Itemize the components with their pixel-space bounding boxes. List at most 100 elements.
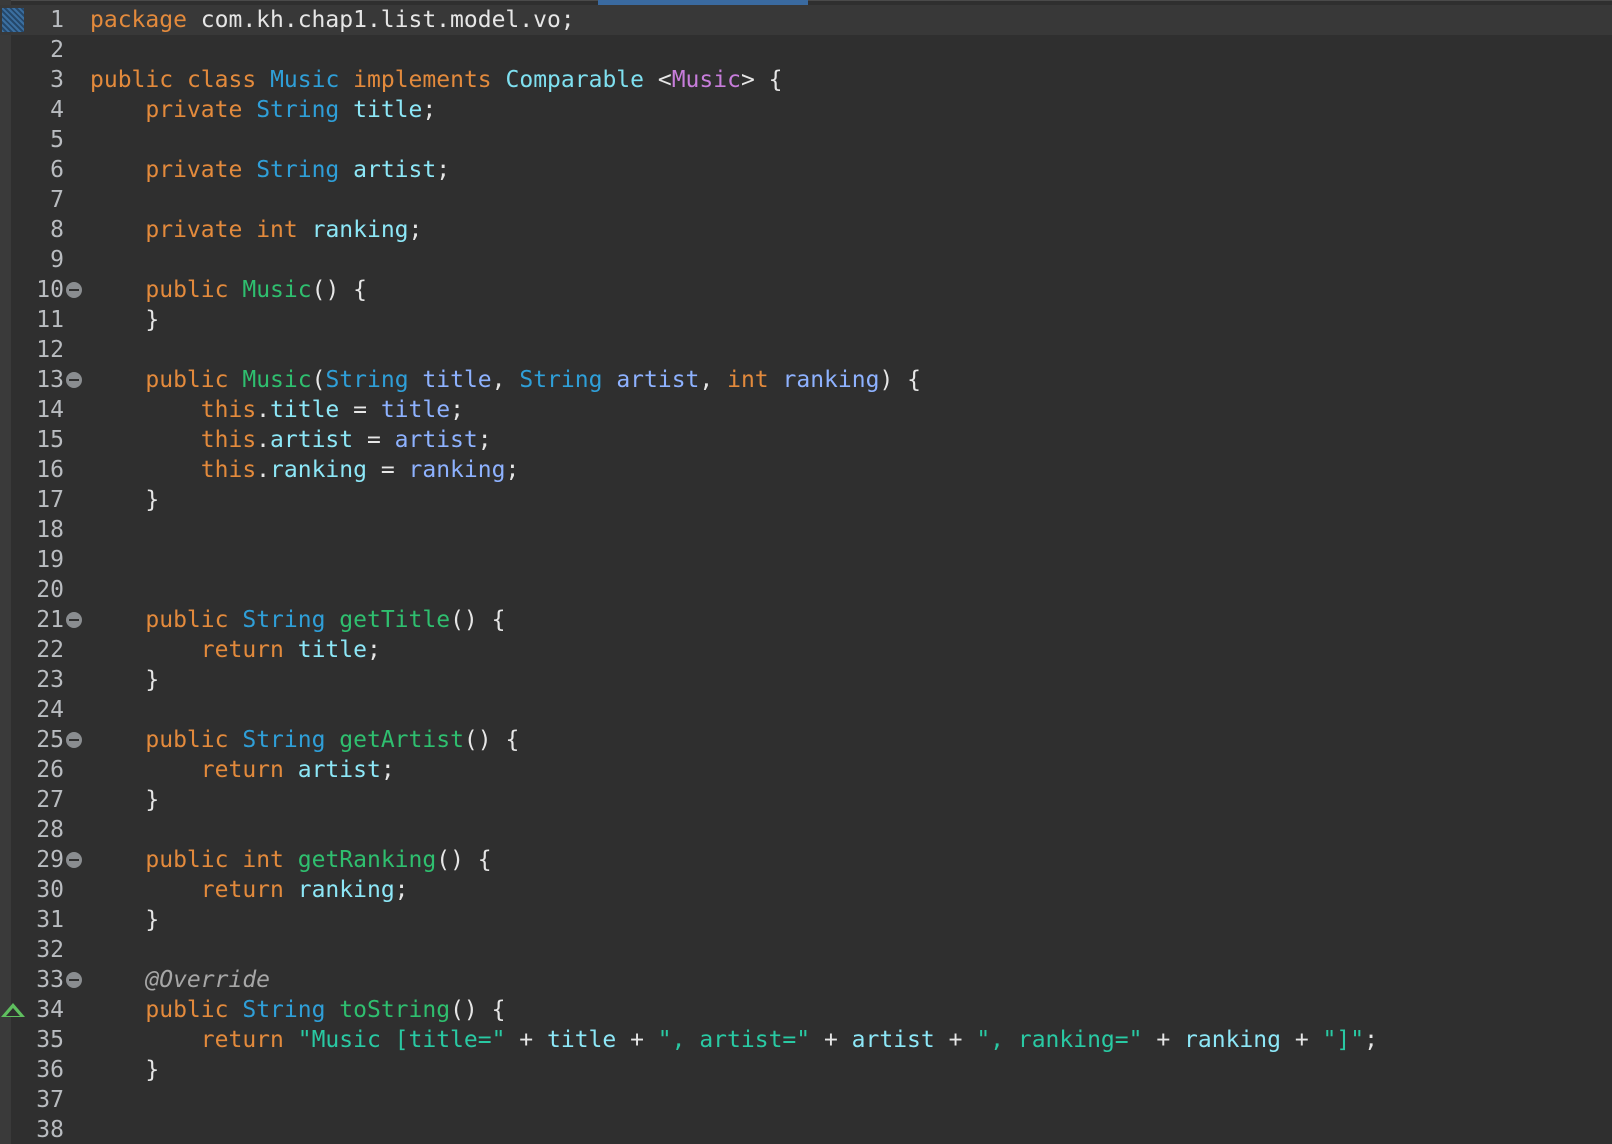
code-line[interactable]: 1 package com.kh.chap1.list.model.vo;: [0, 5, 1612, 35]
code-line[interactable]: 23 }: [0, 665, 1612, 695]
line-gutter[interactable]: 31: [11, 905, 89, 935]
code-line[interactable]: 6 private String artist;: [0, 155, 1612, 185]
code-text[interactable]: public Music() {: [90, 275, 367, 305]
code-line[interactable]: 27 }: [0, 785, 1612, 815]
code-line[interactable]: 15 this.artist = artist;: [0, 425, 1612, 455]
code-text[interactable]: this.artist = artist;: [90, 425, 492, 455]
line-gutter[interactable]: 11: [11, 305, 89, 335]
line-gutter[interactable]: 1: [11, 5, 89, 35]
code-line[interactable]: 35 return "Music [title=" + title + ", a…: [0, 1025, 1612, 1055]
fold-collapse-icon[interactable]: [66, 852, 82, 868]
code-line[interactable]: 9: [0, 245, 1612, 275]
line-gutter[interactable]: 29: [11, 845, 89, 875]
code-line[interactable]: 8 private int ranking;: [0, 215, 1612, 245]
fold-collapse-icon[interactable]: [66, 372, 82, 388]
fold-collapse-icon[interactable]: [66, 732, 82, 748]
line-gutter[interactable]: 3: [11, 65, 89, 95]
code-line[interactable]: 5: [0, 125, 1612, 155]
line-gutter[interactable]: 21: [11, 605, 89, 635]
code-line[interactable]: 20: [0, 575, 1612, 605]
code-line[interactable]: 19: [0, 545, 1612, 575]
code-text[interactable]: private String title;: [90, 95, 436, 125]
code-text[interactable]: public String toString() {: [90, 995, 505, 1025]
line-gutter[interactable]: 33: [11, 965, 89, 995]
code-text[interactable]: return title;: [90, 635, 381, 665]
code-text[interactable]: return artist;: [90, 755, 395, 785]
line-gutter[interactable]: 25: [11, 725, 89, 755]
code-line[interactable]: 33 @Override: [0, 965, 1612, 995]
code-line[interactable]: 24: [0, 695, 1612, 725]
line-gutter[interactable]: 8: [11, 215, 89, 245]
line-gutter[interactable]: 30: [11, 875, 89, 905]
code-line[interactable]: 10 public Music() {: [0, 275, 1612, 305]
code-text[interactable]: package com.kh.chap1.list.model.vo;: [90, 5, 575, 35]
line-gutter[interactable]: 22: [11, 635, 89, 665]
code-line[interactable]: 22 return title;: [0, 635, 1612, 665]
fold-collapse-icon[interactable]: [66, 612, 82, 628]
code-line[interactable]: 14 this.title = title;: [0, 395, 1612, 425]
line-gutter[interactable]: 17: [11, 485, 89, 515]
line-gutter[interactable]: 13: [11, 365, 89, 395]
code-text[interactable]: this.ranking = ranking;: [90, 455, 520, 485]
code-text[interactable]: private int ranking;: [90, 215, 422, 245]
code-line[interactable]: 16 this.ranking = ranking;: [0, 455, 1612, 485]
code-line[interactable]: 25 public String getArtist() {: [0, 725, 1612, 755]
code-text[interactable]: }: [90, 665, 159, 695]
line-gutter[interactable]: 18: [11, 515, 89, 545]
code-line[interactable]: 34 public String toString() {: [0, 995, 1612, 1025]
code-text[interactable]: @Override: [90, 965, 270, 995]
code-text[interactable]: }: [90, 1055, 159, 1085]
line-gutter[interactable]: 35: [11, 1025, 89, 1055]
code-line[interactable]: 3 public class Music implements Comparabl…: [0, 65, 1612, 95]
line-gutter[interactable]: 24: [11, 695, 89, 725]
code-text[interactable]: }: [90, 905, 159, 935]
line-gutter[interactable]: 28: [11, 815, 89, 845]
code-text[interactable]: this.title = title;: [90, 395, 464, 425]
line-gutter[interactable]: 36: [11, 1055, 89, 1085]
code-line[interactable]: 28: [0, 815, 1612, 845]
line-gutter[interactable]: 12: [11, 335, 89, 365]
code-text[interactable]: }: [90, 485, 159, 515]
code-line[interactable]: 38: [0, 1115, 1612, 1144]
line-gutter[interactable]: 4: [11, 95, 89, 125]
code-line[interactable]: 17 }: [0, 485, 1612, 515]
code-text[interactable]: private String artist;: [90, 155, 450, 185]
code-line[interactable]: 13 public Music(String title, String art…: [0, 365, 1612, 395]
line-gutter[interactable]: 37: [11, 1085, 89, 1115]
fold-collapse-icon[interactable]: [66, 282, 82, 298]
code-text[interactable]: public Music(String title, String artist…: [90, 365, 921, 395]
line-gutter[interactable]: 26: [11, 755, 89, 785]
line-gutter[interactable]: 7: [11, 185, 89, 215]
code-line[interactable]: 32: [0, 935, 1612, 965]
line-gutter[interactable]: 14: [11, 395, 89, 425]
code-text[interactable]: return ranking;: [90, 875, 409, 905]
code-text[interactable]: }: [90, 305, 159, 335]
line-gutter[interactable]: 15: [11, 425, 89, 455]
line-gutter[interactable]: 16: [11, 455, 89, 485]
line-gutter[interactable]: 9: [11, 245, 89, 275]
line-gutter[interactable]: 2: [11, 35, 89, 65]
code-lines[interactable]: 1 package com.kh.chap1.list.model.vo; 2 3 pu…: [0, 5, 1612, 1144]
code-text[interactable]: public String getTitle() {: [90, 605, 505, 635]
code-text[interactable]: public int getRanking() {: [90, 845, 491, 875]
code-line[interactable]: 30 return ranking;: [0, 875, 1612, 905]
code-line[interactable]: 12: [0, 335, 1612, 365]
line-gutter[interactable]: 38: [11, 1115, 89, 1144]
code-line[interactable]: 31 }: [0, 905, 1612, 935]
code-line[interactable]: 7: [0, 185, 1612, 215]
code-line[interactable]: 4 private String title;: [0, 95, 1612, 125]
line-gutter[interactable]: 20: [11, 575, 89, 605]
line-gutter[interactable]: 10: [11, 275, 89, 305]
code-line[interactable]: 37: [0, 1085, 1612, 1115]
code-line[interactable]: 36 }: [0, 1055, 1612, 1085]
code-text[interactable]: public String getArtist() {: [90, 725, 519, 755]
line-gutter[interactable]: 5: [11, 125, 89, 155]
code-line[interactable]: 11 }: [0, 305, 1612, 335]
fold-collapse-icon[interactable]: [66, 972, 82, 988]
code-line[interactable]: 21 public String getTitle() {: [0, 605, 1612, 635]
code-text[interactable]: }: [90, 785, 159, 815]
line-gutter[interactable]: 34: [11, 995, 89, 1025]
code-line[interactable]: 26 return artist;: [0, 755, 1612, 785]
line-gutter[interactable]: 6: [11, 155, 89, 185]
code-line[interactable]: 2: [0, 35, 1612, 65]
